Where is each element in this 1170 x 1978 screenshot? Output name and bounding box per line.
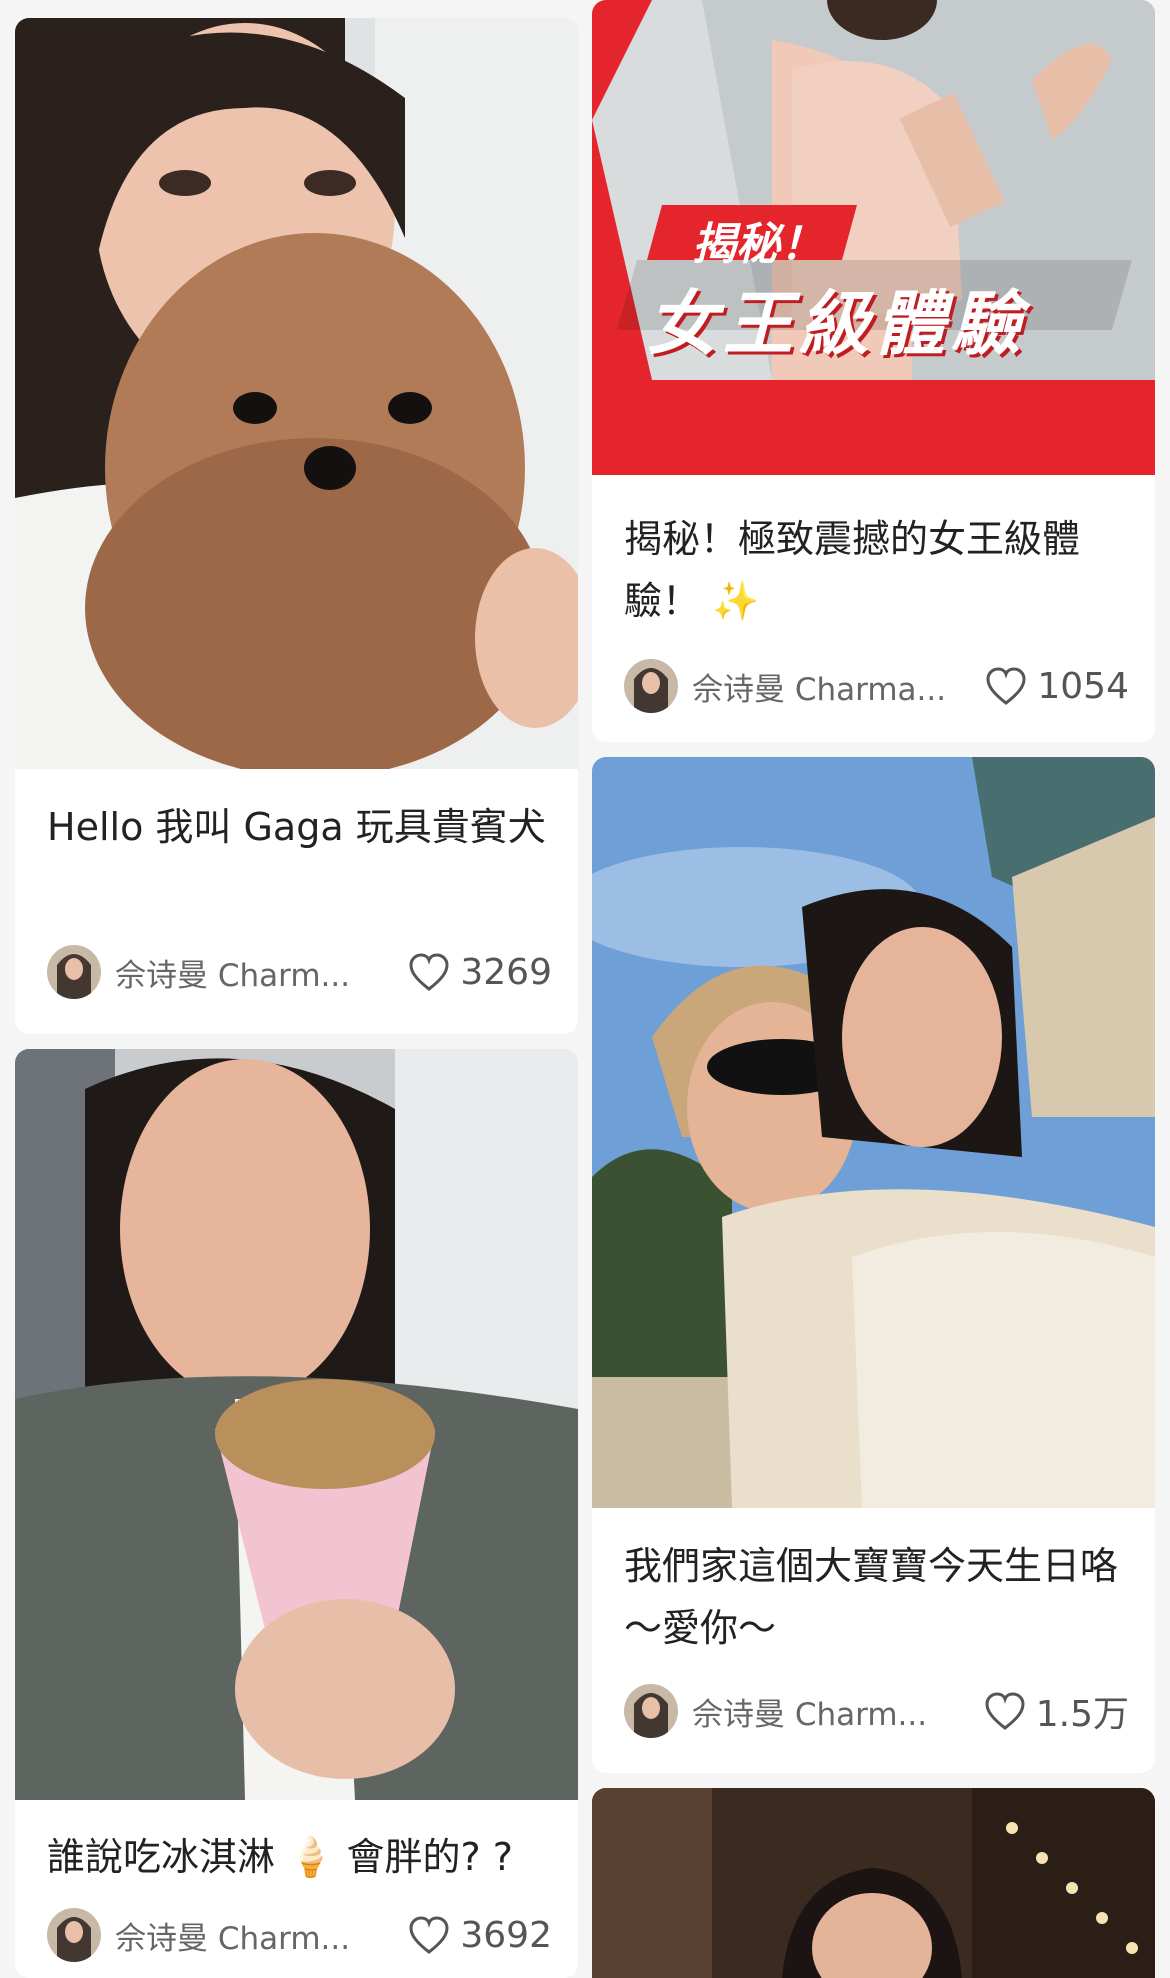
card-photo[interactable]: 揭秘！ 女王級體驗 xyxy=(592,0,1155,475)
like-count: 1.5万 xyxy=(1035,1694,1129,1735)
author-name[interactable]: 佘诗曼 Charm... xyxy=(692,1689,966,1734)
author-avatar[interactable] xyxy=(624,1684,678,1738)
card-title[interactable]: 揭秘！極致震撼的女王級體驗！ ✨ xyxy=(624,508,1123,632)
like-button[interactable]: 3692 xyxy=(408,1915,552,1956)
feed-card[interactable]: 誰說吃冰淇淋 🍦 會胖的? ? 佘诗曼 Charm... 3692 xyxy=(15,1049,578,1978)
feed-card[interactable]: 我們家這個大寶寶今天生日咯～愛你～ 佘诗曼 Charm... 1.5万 xyxy=(592,757,1155,1773)
author-name[interactable]: 佘诗曼 Charm... xyxy=(115,1913,390,1958)
feed-card[interactable] xyxy=(592,1788,1155,1978)
like-count: 3692 xyxy=(460,1914,552,1956)
author-name[interactable]: 佘诗曼 Charma... xyxy=(692,664,967,709)
author-avatar[interactable] xyxy=(624,659,678,713)
card-photo[interactable] xyxy=(15,18,578,769)
heart-icon xyxy=(409,953,449,991)
like-count: 3269 xyxy=(460,951,552,993)
card-photo[interactable] xyxy=(15,1049,578,1800)
banner-big-text: 女王級體驗 xyxy=(647,283,1027,365)
author-avatar[interactable] xyxy=(47,945,101,999)
card-meta: 佘诗曼 Charm... 3692 xyxy=(47,1907,552,1963)
card-title[interactable]: Hello 我叫 Gaga 玩具貴賓犬 xyxy=(47,796,546,858)
card-meta: 佘诗曼 Charma... 1054 xyxy=(624,658,1129,714)
banner-small-text: 揭秘！ xyxy=(692,219,824,270)
like-button[interactable]: 1054 xyxy=(985,666,1129,707)
card-meta: 佘诗曼 Charm... 3269 xyxy=(47,944,552,1000)
card-title[interactable]: 誰說吃冰淇淋 🍦 會胖的? ? xyxy=(47,1826,546,1888)
heart-icon xyxy=(986,667,1026,705)
like-count: 1054 xyxy=(1037,665,1129,707)
card-title[interactable]: 我們家這個大寶寶今天生日咯～愛你～ xyxy=(624,1535,1123,1659)
feed-card[interactable]: 揭秘！ 女王級體驗 揭秘！極致震撼的女王級體驗！ ✨ 佘诗曼 Charma...… xyxy=(592,0,1155,742)
like-button[interactable]: 3269 xyxy=(408,952,552,993)
heart-icon xyxy=(409,1916,449,1954)
author-name[interactable]: 佘诗曼 Charm... xyxy=(115,950,390,995)
card-meta: 佘诗曼 Charm... 1.5万 xyxy=(624,1683,1129,1739)
author-avatar[interactable] xyxy=(47,1908,101,1962)
card-photo[interactable] xyxy=(592,757,1155,1508)
like-button[interactable]: 1.5万 xyxy=(984,1685,1129,1737)
heart-icon xyxy=(985,1692,1025,1730)
feed-card[interactable]: Hello 我叫 Gaga 玩具貴賓犬 佘诗曼 Charm... 3269 xyxy=(15,18,578,1034)
card-photo[interactable] xyxy=(592,1788,1155,1978)
